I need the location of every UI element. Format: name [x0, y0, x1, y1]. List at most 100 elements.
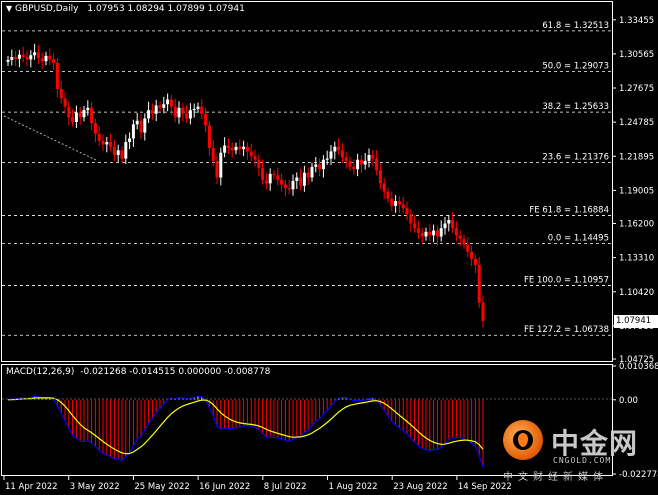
candle-body	[143, 118, 147, 133]
candle-body	[356, 159, 360, 170]
candle-body	[481, 302, 485, 322]
candle-body	[386, 191, 390, 199]
date-tick-label: 16 Jun 2022	[199, 482, 250, 492]
fibonacci-levels: 61.8 = 1.32513 50.0 = 1.29073 38.2 = 1.256…	[2, 21, 612, 336]
candle-body	[264, 179, 268, 184]
price-tick-label: 1.33455	[619, 16, 654, 26]
candle-body	[439, 228, 443, 237]
candle-body	[367, 155, 371, 161]
candle-body	[211, 147, 215, 161]
candle-body	[177, 107, 181, 118]
candle-body	[120, 150, 124, 159]
candle-body	[310, 166, 314, 178]
candle-body	[329, 151, 333, 159]
candles	[6, 43, 485, 328]
price-tick-label: 1.21895	[619, 152, 654, 162]
candle-body	[413, 223, 417, 229]
candle-body	[447, 219, 451, 224]
candle-body	[378, 170, 382, 184]
candle-body	[207, 125, 211, 148]
candle-body	[25, 57, 29, 60]
fib-level-label: FE 127.2 = 1.06738	[524, 325, 609, 335]
candle-body	[44, 55, 48, 62]
date-tick-label: 23 Aug 2022	[393, 482, 447, 492]
candle-body	[29, 55, 33, 60]
symbol-label: GBPUSD,Daily	[15, 4, 79, 14]
candle-body	[116, 150, 120, 156]
fib-level-label: FE 61.8 = 1.16884	[529, 205, 609, 215]
candle-body	[432, 230, 436, 236]
macd-histogram	[11, 396, 484, 468]
candle-body	[55, 62, 59, 89]
candle-body	[21, 54, 25, 58]
candle-body	[443, 223, 447, 229]
candle-body	[230, 147, 234, 151]
candle-body	[242, 146, 246, 150]
date-tick-label: 25 May 2022	[134, 482, 189, 492]
macd-tick-label: 0.010368	[619, 362, 658, 372]
candle-body	[238, 146, 242, 150]
candle-body	[451, 219, 455, 229]
candle-body	[200, 106, 204, 114]
candle-body	[17, 54, 21, 59]
candle-body	[166, 99, 170, 105]
candle-body	[82, 110, 86, 118]
candle-body	[245, 146, 249, 152]
candle-body	[276, 175, 280, 180]
candle-body	[173, 106, 177, 118]
candle-body	[215, 160, 219, 178]
ohlc-values: 1.07953 1.08294 1.07899 1.07941	[87, 4, 245, 14]
candle-body	[454, 228, 458, 236]
date-tick-label: 3 May 2022	[70, 482, 120, 492]
candle-body	[291, 181, 295, 190]
candle-body	[139, 120, 143, 133]
candle-body	[424, 231, 428, 237]
fib-level-label: 23.6 = 1.21376	[542, 152, 609, 162]
candle-body	[48, 55, 52, 60]
macd-label: MACD(12,26,9)	[6, 367, 75, 377]
fib-level-label: 61.8 = 1.32513	[542, 21, 609, 31]
candle-body	[192, 108, 196, 111]
candle-body	[268, 173, 272, 184]
candle-body	[147, 110, 151, 119]
candle-body	[321, 159, 325, 170]
candle-body	[90, 107, 94, 124]
candle-body	[188, 110, 192, 119]
macd-header: MACD(12,26,9) -0.021268 -0.014515 0.0000…	[6, 367, 270, 377]
candle-body	[462, 238, 466, 245]
dotted-trendline	[3, 115, 97, 161]
candle-body	[325, 158, 329, 160]
candle-body	[272, 173, 276, 176]
candle-body	[249, 151, 253, 157]
candle-body	[93, 123, 97, 134]
cngold-logo-icon	[503, 420, 543, 460]
candle-body	[371, 155, 375, 159]
candle-body	[295, 177, 299, 181]
candle-body	[477, 264, 481, 303]
candle-body	[420, 232, 424, 237]
candle-body	[428, 231, 432, 236]
candle-body	[299, 177, 303, 186]
candle-body	[97, 133, 101, 141]
candle-body	[131, 124, 135, 139]
price-tick-label: 1.16200	[619, 220, 654, 230]
candle-body	[74, 112, 78, 122]
candle-body	[473, 258, 477, 265]
candle-body	[397, 201, 401, 205]
main-pane-frame	[1, 1, 613, 362]
candle-body	[344, 157, 348, 161]
price-tick-label: 1.19005	[619, 186, 654, 196]
candle-body	[458, 235, 462, 239]
candle-body	[363, 160, 367, 165]
price-tick-label: 1.13310	[619, 254, 654, 264]
price-axis: 1.33455 1.30565 1.27675 1.24785 1.21895 1.190…	[612, 16, 654, 365]
candle-body	[348, 160, 352, 167]
candle-body	[67, 106, 71, 118]
candle-body	[36, 52, 40, 59]
candle-body	[105, 142, 109, 145]
chart-header: ▼ GBPUSD,Daily 1.07953 1.08294 1.07899 1…	[6, 4, 245, 14]
candle-body	[52, 59, 56, 63]
candle-body	[226, 145, 230, 148]
candle-body	[401, 204, 405, 209]
candle-body	[185, 113, 189, 119]
